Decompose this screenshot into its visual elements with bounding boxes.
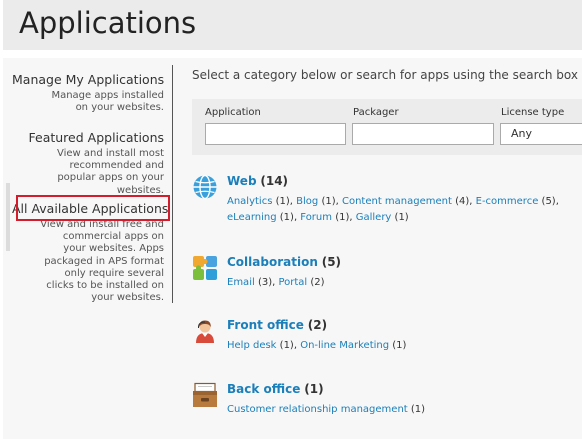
subcategory-count: (1) <box>335 211 350 223</box>
subcategory-list: Email (3), Portal (2) <box>227 277 325 288</box>
category-count: (1) <box>304 382 324 396</box>
category-heading: Collaboration (5) <box>227 255 341 269</box>
subcategory-link[interactable]: Portal <box>278 277 307 288</box>
subcategory-count: (3) <box>257 277 273 288</box>
subcategory-link[interactable]: On-line Marketing <box>300 340 389 351</box>
application-input[interactable] <box>205 123 346 145</box>
subcategory-count: (2) <box>310 277 325 288</box>
sidebar-item-title[interactable]: Featured Applications <box>12 130 165 145</box>
page-title: Applications <box>19 6 197 40</box>
subcategory-count: (4) <box>455 196 470 207</box>
subcategory-link[interactable]: E-commerce <box>476 196 539 207</box>
category-heading: Front office (2) <box>227 318 327 332</box>
category-heading: Web (14) <box>227 174 288 188</box>
sidebar-item-desc: View and install most recommended and po… <box>56 148 164 196</box>
filter-bar: Application Packager License type Any <box>192 99 582 155</box>
category-name-link[interactable]: Collaboration <box>227 255 318 269</box>
license-type-select[interactable]: Any <box>500 123 582 145</box>
subcategory-link[interactable]: eLearning <box>227 212 277 223</box>
packager-input[interactable] <box>352 123 494 145</box>
archive-box-icon <box>193 382 217 407</box>
subcategory-count: (1) <box>279 211 294 223</box>
subcategory-count: (1) <box>275 196 290 207</box>
category-count: (14) <box>260 174 289 188</box>
subcategory-count: (1) <box>392 340 407 351</box>
subcategory-link[interactable]: Help desk <box>227 340 276 351</box>
sidebar-item-manage[interactable]: Manage My Applications Manage apps insta… <box>12 72 164 114</box>
packager-label: Packager <box>353 107 399 118</box>
subcategory-list: Analytics (1), Blog (1), Content managem… <box>227 196 559 223</box>
subcategory-link[interactable]: Customer relationship management <box>227 404 408 415</box>
subcategory-link[interactable]: Email <box>227 277 255 288</box>
title-bar: Applications <box>3 0 582 50</box>
subcategory-list: Help desk (1), On-line Marketing (1) <box>227 340 407 351</box>
category-name-link[interactable]: Back office <box>227 382 300 396</box>
subcategory-count: (1) <box>321 196 336 207</box>
subcategory-count: (1) <box>410 404 426 415</box>
globe-icon <box>193 174 217 200</box>
category-count: (2) <box>307 318 328 332</box>
sidebar-item-desc: Manage apps installed on your websites. <box>51 90 164 114</box>
category-heading: Back office (1) <box>227 382 324 396</box>
category-name-link[interactable]: Web <box>227 174 257 188</box>
subcategory-list: Customer relationship management (1) <box>227 402 582 418</box>
subcategory-link[interactable]: Content management <box>342 196 452 207</box>
receptionist-icon <box>196 320 214 343</box>
sidebar-item-desc: View and install free and commercial app… <box>40 219 164 304</box>
category-count: (5) <box>321 255 342 269</box>
sidebar-divider <box>172 65 173 303</box>
subcategory-count: (1) <box>394 211 409 223</box>
subcategory-link[interactable]: Forum <box>300 212 332 223</box>
subcategory-count: (1) <box>279 340 294 351</box>
application-label: Application <box>205 107 261 118</box>
selected-item-highlight <box>16 195 170 221</box>
puzzle-icon <box>193 256 217 280</box>
sidebar-item-featured[interactable]: Featured Applications View and install m… <box>12 130 165 197</box>
license-type-label: License type <box>501 107 565 118</box>
subcategory-link[interactable]: Analytics <box>227 196 272 207</box>
subcategory-count: (5) <box>541 196 556 207</box>
subcategory-link[interactable]: Gallery <box>356 212 392 223</box>
sidebar-item-title[interactable]: Manage My Applications <box>12 72 164 87</box>
left-scroll-indicator <box>6 183 10 251</box>
search-hint: Select a category below or search for ap… <box>192 68 578 82</box>
category-name-link[interactable]: Front office <box>227 318 304 332</box>
subcategory-link[interactable]: Blog <box>296 196 318 207</box>
